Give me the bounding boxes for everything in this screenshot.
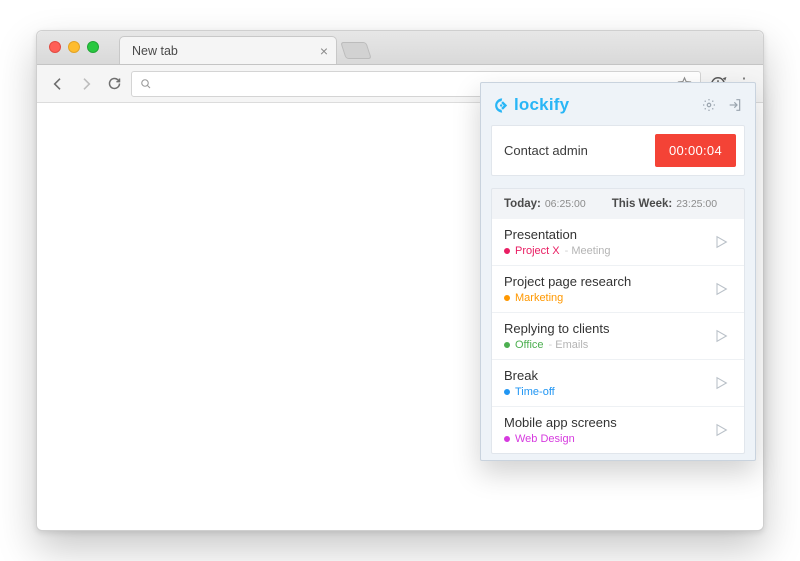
clockify-logo-icon <box>493 97 510 114</box>
current-entry: Contact admin 00:00:04 <box>491 125 745 176</box>
entry-title: Project page research <box>504 274 631 289</box>
maximize-window-button[interactable] <box>87 41 99 53</box>
titlebar: New tab × <box>37 31 763 65</box>
today-summary: Today: 06:25:00 <box>504 198 586 210</box>
clockify-popup: lockify Contact admin 00:00:04 Today: 06:… <box>480 82 756 461</box>
time-entry[interactable]: Replying to clients Office Emails <box>492 312 744 359</box>
week-summary: This Week:23:25:00 <box>612 198 717 210</box>
time-entry[interactable]: Presentation Project X Meeting <box>492 219 744 265</box>
new-tab-button[interactable] <box>340 42 372 59</box>
search-icon <box>140 78 152 90</box>
project-color-dot <box>504 248 510 254</box>
back-button[interactable] <box>47 76 69 92</box>
entry-project: Web Design <box>515 433 575 445</box>
entry-project: Office <box>515 339 544 351</box>
entry-title: Mobile app screens <box>504 415 617 430</box>
reload-button[interactable] <box>103 76 125 91</box>
project-color-dot <box>504 389 510 395</box>
time-entry[interactable]: Break Time-off <box>492 359 744 406</box>
week-label: This Week: <box>612 198 673 210</box>
time-entry[interactable]: Mobile app screens Web Design <box>492 406 744 453</box>
play-icon[interactable] <box>708 325 734 347</box>
clockify-brand-text: lockify <box>514 95 569 115</box>
entry-title: Break <box>504 368 555 383</box>
play-icon[interactable] <box>708 372 734 394</box>
clockify-logo: lockify <box>493 95 569 115</box>
play-icon[interactable] <box>708 231 734 253</box>
entry-project: Project X <box>515 245 560 257</box>
today-value: 06:25:00 <box>545 198 586 210</box>
close-window-button[interactable] <box>49 41 61 53</box>
today-label: Today: <box>504 198 541 210</box>
entry-meta: Marketing <box>504 292 631 304</box>
settings-icon[interactable] <box>701 97 717 113</box>
entry-meta: Office Emails <box>504 339 610 351</box>
entry-meta: Time-off <box>504 386 555 398</box>
entries-list: Presentation Project X Meeting Project page… <box>491 219 745 454</box>
entry-meta: Project X Meeting <box>504 245 611 257</box>
entry-title: Presentation <box>504 227 611 242</box>
window-controls <box>49 41 99 53</box>
entry-tag: Meeting <box>565 245 611 257</box>
project-color-dot <box>504 342 510 348</box>
week-value: 23:25:00 <box>676 198 717 210</box>
popup-header: lockify <box>491 93 745 125</box>
timer-button[interactable]: 00:00:04 <box>655 134 736 167</box>
project-color-dot <box>504 436 510 442</box>
entry-meta: Web Design <box>504 433 617 445</box>
entry-project: Time-off <box>515 386 555 398</box>
forward-button[interactable] <box>75 76 97 92</box>
entry-tag: Emails <box>549 339 589 351</box>
project-color-dot <box>504 295 510 301</box>
time-entry[interactable]: Project page research Marketing <box>492 265 744 312</box>
play-icon[interactable] <box>708 278 734 300</box>
time-summary: Today: 06:25:00 This Week:23:25:00 <box>491 188 745 219</box>
tab-title: New tab <box>132 44 178 58</box>
logout-icon[interactable] <box>727 97 743 113</box>
entry-project: Marketing <box>515 292 563 304</box>
minimize-window-button[interactable] <box>68 41 80 53</box>
browser-tab[interactable]: New tab × <box>119 36 337 64</box>
current-task-label[interactable]: Contact admin <box>504 143 588 158</box>
play-icon[interactable] <box>708 419 734 441</box>
entry-title: Replying to clients <box>504 321 610 336</box>
close-tab-icon[interactable]: × <box>320 44 328 58</box>
